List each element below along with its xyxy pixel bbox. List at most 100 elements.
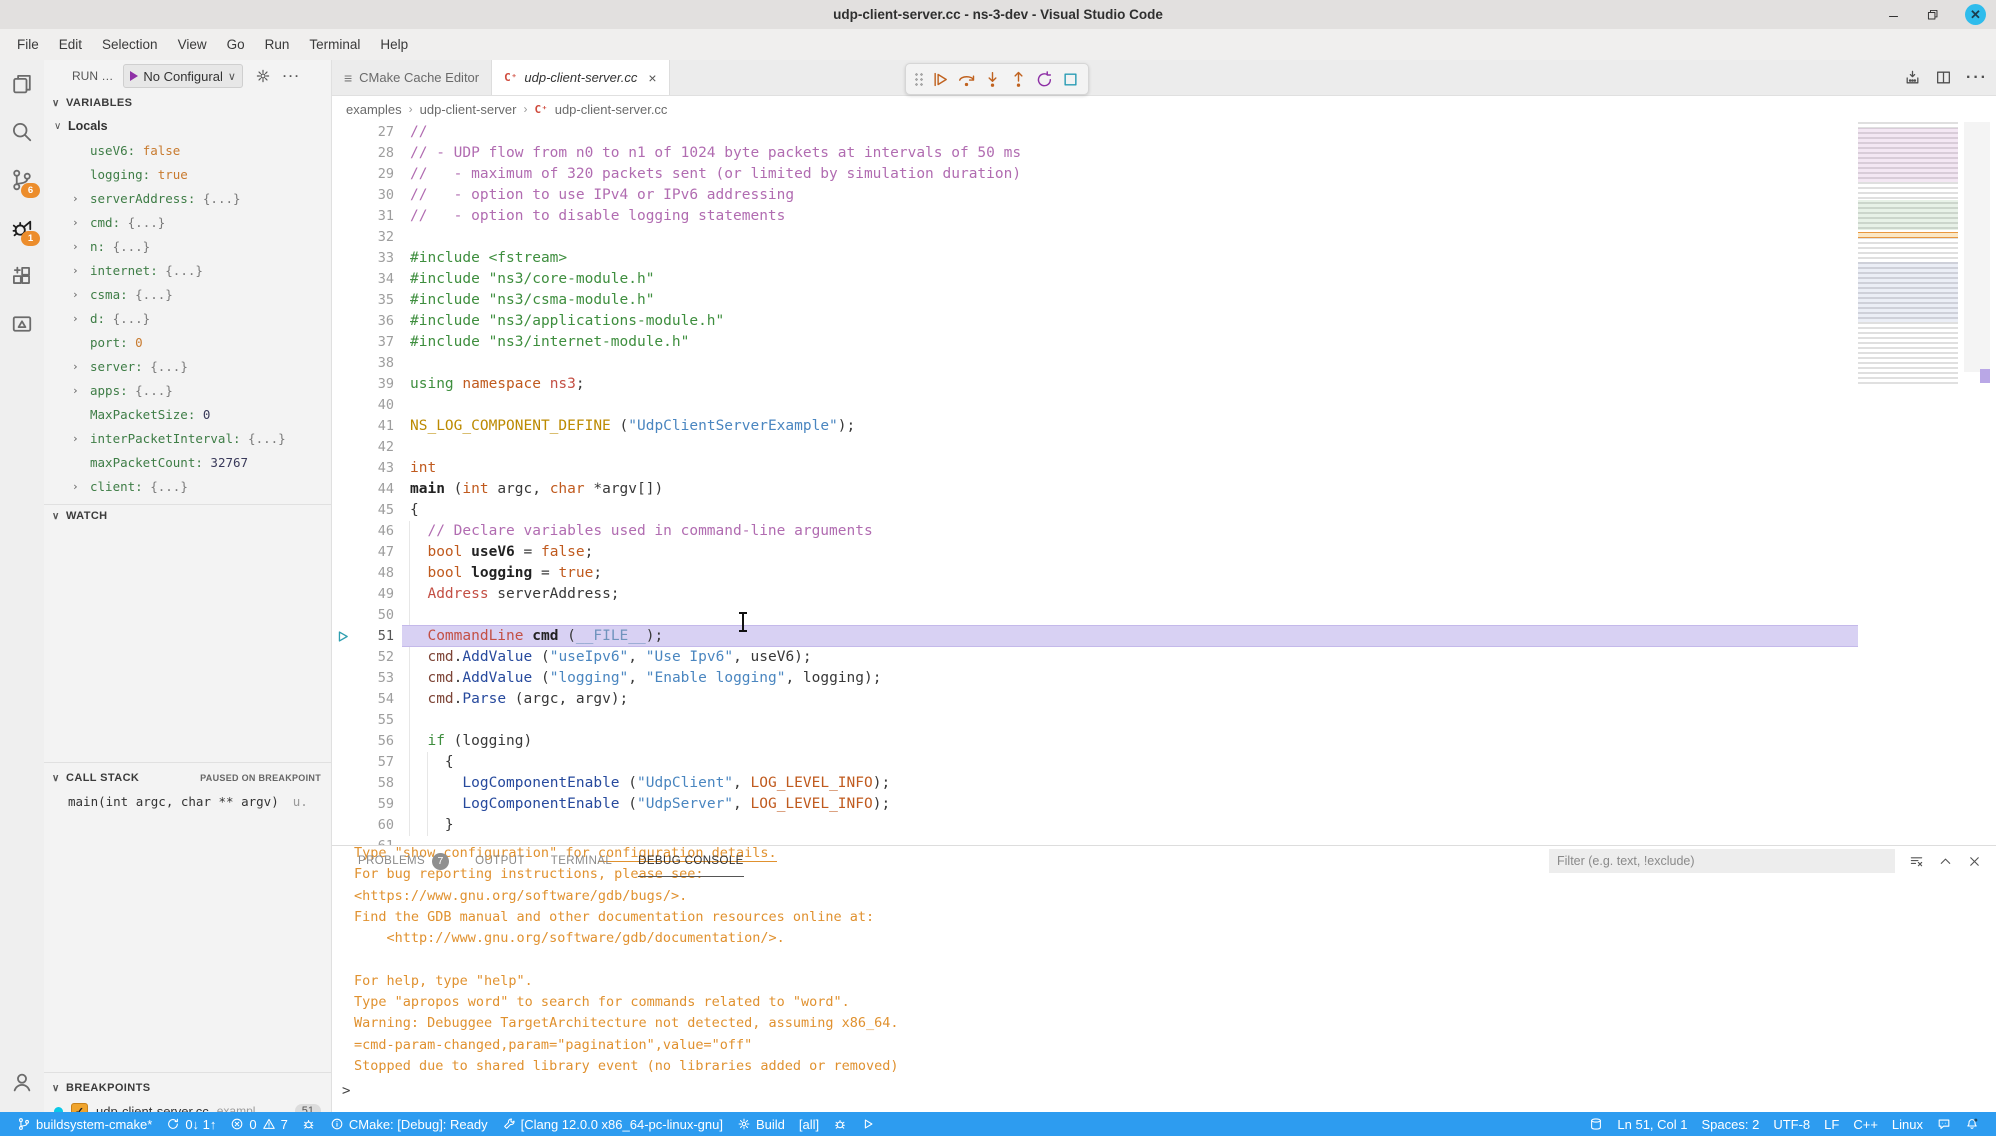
debug-status-item[interactable]: [295, 1117, 323, 1131]
chevron-right-icon[interactable]: ›: [72, 360, 79, 373]
code-line[interactable]: 52 cmd.AddValue ("useIpv6", "Use Ipv6", …: [332, 647, 1996, 668]
panel-tab-terminal[interactable]: TERMINAL: [551, 846, 612, 876]
breakpoints-header[interactable]: ∨ BREAKPOINTS: [44, 1077, 331, 1099]
chevron-right-icon[interactable]: ›: [72, 240, 79, 253]
scm-branch-item[interactable]: buildsystem-cmake*: [10, 1117, 159, 1132]
code-line[interactable]: 58 LogComponentEnable ("UdpClient", LOG_…: [332, 773, 1996, 794]
code-line[interactable]: 40: [332, 395, 1996, 416]
drag-handle-icon[interactable]: [914, 71, 924, 87]
variable-row[interactable]: ›internet: {...}: [44, 258, 331, 282]
chevron-right-icon[interactable]: ›: [72, 384, 79, 397]
breadcrumb-item[interactable]: udp-client-server: [420, 102, 517, 117]
more-actions-icon[interactable]: ···: [1966, 69, 1988, 87]
code-line[interactable]: 56 if (logging): [332, 731, 1996, 752]
minimize-icon[interactable]: [1887, 8, 1900, 21]
stack-frame[interactable]: main(int argc, char ** argv) u.: [44, 789, 331, 813]
indentation-item[interactable]: Spaces: 2: [1695, 1117, 1767, 1132]
code-editor[interactable]: 27//28// - UDP flow from n0 to n1 of 102…: [332, 122, 1996, 846]
variable-row[interactable]: logging: true: [44, 162, 331, 186]
code-line[interactable]: 39using namespace ns3;: [332, 374, 1996, 395]
locals-scope[interactable]: ∨ Locals: [44, 114, 331, 138]
accounts-icon[interactable]: [0, 1058, 44, 1106]
menu-item-terminal[interactable]: Terminal: [300, 33, 369, 56]
maximize-panel-icon[interactable]: [1938, 854, 1953, 869]
encoding-item[interactable]: UTF-8: [1766, 1117, 1817, 1132]
code-line[interactable]: 43int: [332, 458, 1996, 479]
activity-item-extensions[interactable]: [0, 252, 44, 300]
code-line[interactable]: 59 LogComponentEnable ("UdpServer", LOG_…: [332, 794, 1996, 815]
code-line[interactable]: 32: [332, 227, 1996, 248]
split-editor-icon[interactable]: [1935, 69, 1952, 86]
launch-debug-item[interactable]: [826, 1117, 854, 1131]
cmake-kit-item[interactable]: [Clang 12.0.0 x86_64-pc-linux-gnu]: [495, 1117, 730, 1132]
code-line[interactable]: 46 // Declare variables used in command-…: [332, 521, 1996, 542]
menu-item-view[interactable]: View: [169, 33, 216, 56]
code-line[interactable]: 36#include "ns3/applications-module.h": [332, 311, 1996, 332]
more-actions-icon[interactable]: ···: [283, 69, 301, 83]
menu-item-go[interactable]: Go: [218, 33, 254, 56]
code-line[interactable]: 51 CommandLine cmd (__FILE__);: [332, 626, 1996, 647]
variable-row[interactable]: ›d: {...}: [44, 306, 331, 330]
step-out-icon[interactable]: [1009, 70, 1028, 89]
language-mode-item[interactable]: C++: [1846, 1117, 1885, 1132]
code-line[interactable]: 28// - UDP flow from n0 to n1 of 1024 by…: [332, 143, 1996, 164]
code-line[interactable]: 41NS_LOG_COMPONENT_DEFINE ("UdpClientSer…: [332, 416, 1996, 437]
chevron-right-icon[interactable]: ›: [72, 480, 79, 493]
cmake-status-item[interactable]: CMake: [Debug]: Ready: [323, 1117, 495, 1132]
code-line[interactable]: 27//: [332, 122, 1996, 143]
variable-row[interactable]: maxPacketCount: 32767: [44, 450, 331, 474]
gear-icon[interactable]: [255, 68, 271, 84]
code-line[interactable]: 49 Address serverAddress;: [332, 584, 1996, 605]
chevron-right-icon[interactable]: ›: [72, 432, 79, 445]
cmake-build-item[interactable]: Build: [730, 1117, 792, 1132]
start-debug-icon[interactable]: [130, 71, 138, 81]
chevron-right-icon[interactable]: ›: [72, 312, 79, 325]
variable-row[interactable]: ›csma: {...}: [44, 282, 331, 306]
close-icon[interactable]: ×: [648, 70, 656, 86]
code-line[interactable]: 44main (int argc, char *argv[]): [332, 479, 1996, 500]
chevron-right-icon[interactable]: ›: [72, 288, 79, 301]
variable-row[interactable]: MaxPacketSize: 0: [44, 402, 331, 426]
code-line[interactable]: 34#include "ns3/core-module.h": [332, 269, 1996, 290]
variable-row[interactable]: ›apps: {...}: [44, 378, 331, 402]
code-line[interactable]: 47 bool useV6 = false;: [332, 542, 1996, 563]
panel-tab-problems[interactable]: PROBLEMS7: [358, 846, 449, 876]
eol-item[interactable]: LF: [1817, 1117, 1846, 1132]
code-line[interactable]: 48 bool logging = true;: [332, 563, 1996, 584]
problems-item[interactable]: 0 7: [223, 1117, 294, 1132]
activity-item-source-control[interactable]: 6: [0, 156, 44, 204]
panel-tab-debug-console[interactable]: DEBUG CONSOLE: [638, 846, 744, 877]
menu-item-help[interactable]: Help: [371, 33, 417, 56]
code-line[interactable]: 53 cmd.AddValue ("logging", "Enable logg…: [332, 668, 1996, 689]
step-over-icon[interactable]: [957, 70, 976, 89]
code-line[interactable]: 37#include "ns3/internet-module.h": [332, 332, 1996, 353]
variable-row[interactable]: ›serverAddress: {...}: [44, 186, 331, 210]
database-item[interactable]: [1582, 1117, 1610, 1131]
code-line[interactable]: 29// - maximum of 320 packets sent (or l…: [332, 164, 1996, 185]
chevron-right-icon[interactable]: ›: [72, 192, 79, 205]
debug-console-output[interactable]: Type "show configuration" for configurat…: [332, 851, 1996, 1077]
code-line[interactable]: 31// - option to disable logging stateme…: [332, 206, 1996, 227]
variables-section-header[interactable]: ∨ VARIABLES: [44, 92, 331, 114]
variable-row[interactable]: ›cmd: {...}: [44, 210, 331, 234]
breadcrumb-item[interactable]: examples: [346, 102, 402, 117]
code-line[interactable]: 60 }: [332, 815, 1996, 836]
tab-cmake-cache-editor[interactable]: ≡CMake Cache Editor: [332, 60, 492, 95]
code-line[interactable]: 35#include "ns3/csma-module.h": [332, 290, 1996, 311]
code-line[interactable]: 38: [332, 353, 1996, 374]
menu-item-run[interactable]: Run: [256, 33, 299, 56]
activity-item-explorer[interactable]: [0, 60, 44, 108]
activity-item-run-and-debug[interactable]: 1: [0, 204, 44, 252]
watch-section-header[interactable]: ∨ WATCH: [44, 504, 331, 527]
os-item[interactable]: Linux: [1885, 1117, 1930, 1132]
editor-scrollbar[interactable]: [1958, 122, 1996, 846]
panel-tab-output[interactable]: OUTPUT: [475, 846, 525, 876]
code-line[interactable]: 57 {: [332, 752, 1996, 773]
console-filter-input[interactable]: [1549, 849, 1895, 873]
variable-row[interactable]: ›interPacketInterval: {...}: [44, 426, 331, 450]
code-line[interactable]: 54 cmd.Parse (argc, argv);: [332, 689, 1996, 710]
code-line[interactable]: 30// - option to use IPv4 or IPv6 addres…: [332, 185, 1996, 206]
menu-item-selection[interactable]: Selection: [93, 33, 167, 56]
run-below-icon[interactable]: [1904, 69, 1921, 86]
build-target-item[interactable]: [all]: [792, 1117, 826, 1132]
